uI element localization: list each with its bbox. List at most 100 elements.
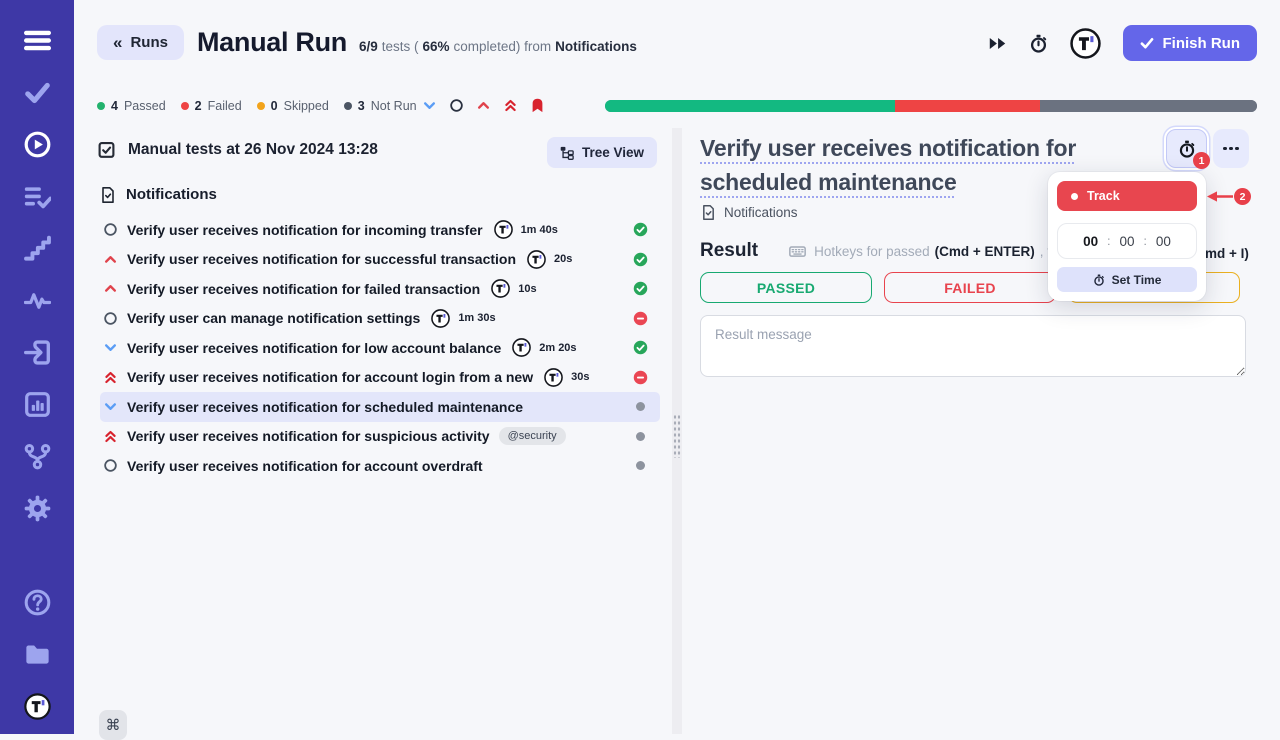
sidebar-item-projects[interactable] <box>24 641 51 668</box>
test-row[interactable]: Verify user receives notification for ac… <box>100 363 660 393</box>
set-time-button[interactable]: Set Time <box>1057 267 1197 292</box>
test-row-title: Verify user receives notification for su… <box>127 428 490 444</box>
breadcrumb-label: Notifications <box>724 205 798 220</box>
result-passed-button[interactable]: PASSED <box>700 272 872 303</box>
stat-count: 0 <box>271 99 278 113</box>
sidebar-item-pulse[interactable] <box>24 287 51 314</box>
sidebar-item-logo[interactable] <box>24 693 51 720</box>
set-time-label: Set Time <box>1112 273 1162 287</box>
sidebar-item-tests[interactable] <box>24 79 51 106</box>
page-title: Manual Run <box>197 27 347 58</box>
finish-run-label: Finish Run <box>1163 35 1241 52</box>
status-not_run-icon <box>633 429 648 444</box>
filter-low-priority[interactable] <box>422 98 437 113</box>
sidebar-item-import[interactable] <box>24 339 51 366</box>
test-row[interactable]: Verify user can manage notification sett… <box>100 304 660 334</box>
suite-group-header[interactable]: Notifications <box>100 186 217 203</box>
file-check-icon <box>701 205 716 220</box>
ellipsis-icon <box>1223 147 1226 150</box>
test-list-panel: Manual tests at 26 Nov 2024 13:28 Tree V… <box>85 130 660 734</box>
test-plans-icon <box>24 183 51 210</box>
stat-count: 2 <box>195 99 202 113</box>
keyboard-icon <box>789 243 806 260</box>
sidebar-item-test-plans[interactable] <box>24 183 51 210</box>
status-failed-icon <box>633 311 648 326</box>
minutes-value[interactable]: 00 <box>1119 234 1134 249</box>
filter-critical-priority[interactable] <box>503 98 518 113</box>
back-to-runs-button[interactable]: « Runs <box>97 25 184 60</box>
panel-resizer[interactable] <box>672 128 682 734</box>
check-icon <box>1140 36 1154 50</box>
priority-normal-icon <box>103 311 118 326</box>
assignee-badge-icon <box>512 338 531 357</box>
result-message-input[interactable] <box>700 315 1246 377</box>
filter-blocker-priority[interactable] <box>530 98 545 113</box>
progress-segment-passed <box>605 100 895 112</box>
test-row[interactable]: Verify user receives notification for lo… <box>100 333 660 363</box>
stopwatch-icon[interactable] <box>1029 34 1048 53</box>
test-row-title: Verify user receives notification for lo… <box>127 340 501 356</box>
seconds-value[interactable]: 00 <box>1156 234 1171 249</box>
tree-view-button[interactable]: Tree View <box>547 137 657 168</box>
test-row[interactable]: Verify user receives notification for su… <box>100 245 660 275</box>
subtitle-text: completed) from <box>454 39 552 54</box>
test-row[interactable]: Verify user receives notification for su… <box>100 422 660 452</box>
test-row[interactable]: Verify user receives notification for sc… <box>100 392 660 422</box>
status-passed-icon <box>633 222 648 237</box>
sidebar <box>0 0 74 734</box>
import-icon <box>24 339 51 366</box>
sidebar-item-runs[interactable] <box>24 131 51 158</box>
finish-run-button[interactable]: Finish Run <box>1123 25 1258 61</box>
test-row[interactable]: Verify user receives notification for fa… <box>100 274 660 304</box>
status-dot-icon <box>344 102 352 110</box>
pulse-icon <box>24 287 51 314</box>
stat-label: Not Run <box>371 99 417 113</box>
assignee-badge-icon <box>494 220 513 239</box>
sidebar-item-settings[interactable] <box>24 495 51 522</box>
test-row[interactable]: Verify user receives notification for ac… <box>100 451 660 481</box>
filter-normal-priority[interactable] <box>449 98 464 113</box>
app-logo-icon[interactable] <box>1070 28 1101 59</box>
filter-high-priority[interactable] <box>476 98 491 113</box>
result-failed-button[interactable]: FAILED <box>884 272 1056 303</box>
logo-icon <box>24 693 51 720</box>
critical-priority-icon <box>503 98 518 113</box>
time-input[interactable]: 00 : 00 : 00 <box>1057 223 1197 259</box>
sidebar-item-milestones[interactable] <box>24 235 51 262</box>
suite-group-label: Notifications <box>126 186 217 203</box>
sidebar-item-analytics[interactable] <box>24 391 51 418</box>
sidebar-bottom-group <box>24 589 51 720</box>
track-button[interactable]: Track <box>1057 181 1197 211</box>
sidebar-item-menu[interactable] <box>24 27 51 54</box>
sidebar-item-help[interactable] <box>24 589 51 616</box>
stopwatch-icon <box>1178 140 1196 158</box>
app-root: { "sidebar": { "items": [ {"id":"menu","… <box>0 0 1280 734</box>
priority-critical-icon <box>103 429 118 444</box>
run-header: Manual tests at 26 Nov 2024 13:28 <box>97 140 378 159</box>
record-dot-icon <box>1071 193 1078 200</box>
assignee-badge-icon <box>527 250 546 269</box>
fast-forward-icon[interactable] <box>988 34 1007 53</box>
more-options-button[interactable] <box>1213 129 1249 168</box>
run-stat-failed: 2Failed <box>181 99 242 113</box>
sidebar-top-group <box>24 27 51 522</box>
hours-value[interactable]: 00 <box>1083 234 1098 249</box>
breadcrumb[interactable]: Notifications <box>701 205 798 220</box>
hotkey-combo: (Cmd + ENTER) <box>935 244 1035 259</box>
stopwatch-gear-icon <box>1093 274 1105 286</box>
run-progress-subtitle: 6/9 tests ( 66% completed) from Notifica… <box>359 39 637 54</box>
normal-priority-icon <box>449 98 464 113</box>
test-duration: 2m 20s <box>539 342 576 354</box>
stat-count: 4 <box>111 99 118 113</box>
result-header-row: Result Hotkeys for passed (Cmd + ENTER) … <box>700 240 1080 262</box>
test-row[interactable]: Verify user receives notification for in… <box>100 215 660 245</box>
settings-icon <box>24 495 51 522</box>
priority-filters <box>422 98 545 113</box>
command-key-hint[interactable]: ⌘ <box>99 710 127 740</box>
sidebar-item-integrations[interactable] <box>24 443 51 470</box>
test-duration: 1m 40s <box>521 224 558 236</box>
priority-normal-icon <box>103 458 118 473</box>
progress-segment-failed <box>895 100 1040 112</box>
run-stat-not-run: 3Not Run <box>344 99 417 113</box>
priority-low-icon <box>103 340 118 355</box>
